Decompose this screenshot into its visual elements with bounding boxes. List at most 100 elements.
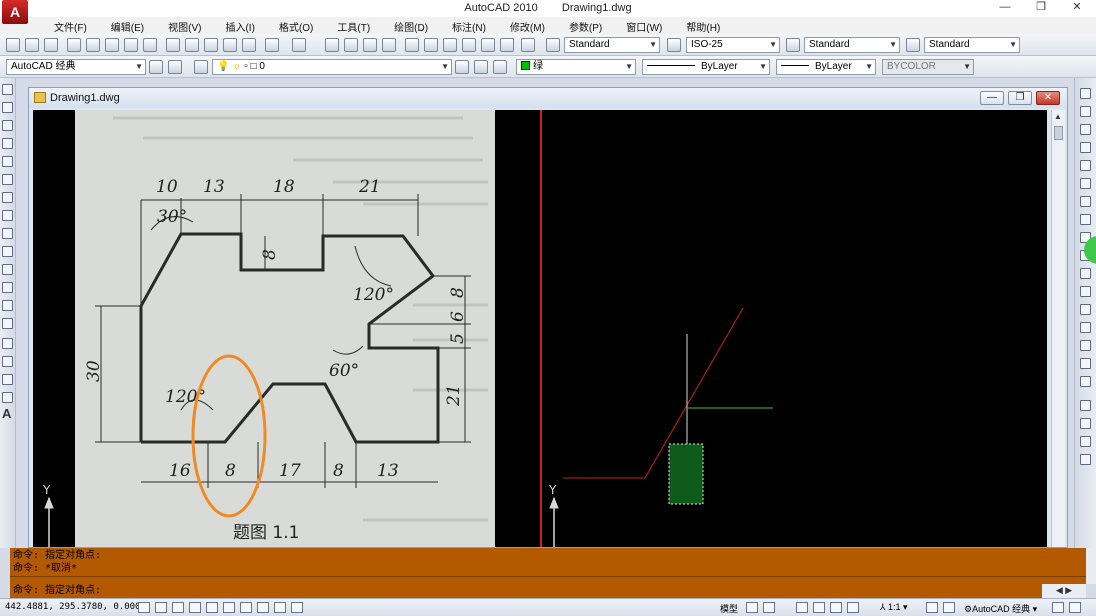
offset-icon[interactable] [1080,142,1091,153]
zoom-window-icon[interactable] [363,38,377,52]
help-icon[interactable] [521,38,535,52]
save-icon[interactable] [44,38,58,52]
scroll-up-icon[interactable]: ▲ [1054,112,1062,121]
drawing-close-button[interactable]: ✕ [1036,91,1060,105]
sheet-set-icon[interactable] [462,38,476,52]
menu-help[interactable]: 帮助(H) [674,17,732,34]
minimize-button[interactable]: — [988,0,1022,16]
join-icon[interactable] [1080,322,1091,333]
ortho-mode-icon[interactable] [172,602,184,613]
annotation-auto-scale-icon[interactable] [943,602,955,613]
bring-above-icon[interactable] [1080,454,1091,465]
block-editor-icon[interactable] [242,38,256,52]
menu-format[interactable]: 格式(O) [267,17,325,34]
workspace-select[interactable]: AutoCAD 经典 ▼ [6,59,146,75]
mirror-icon[interactable] [1080,124,1091,135]
open-icon[interactable] [25,38,39,52]
layout-icon[interactable] [746,602,758,613]
rectangle-icon[interactable] [2,156,13,167]
send-to-back-icon[interactable] [1080,436,1091,447]
drawing-canvas[interactable]: 10 13 18 21 30° 120° 60° 120° 8 30 16 8 … [33,110,1047,547]
layer-properties-icon[interactable] [194,60,208,74]
properties-icon[interactable] [405,38,419,52]
array-icon[interactable] [1080,160,1091,171]
snap-mode-icon[interactable] [138,602,150,613]
drawing-minimize-button[interactable]: — [980,91,1004,105]
paste-icon[interactable] [204,38,218,52]
move-icon[interactable] [1080,178,1091,189]
menu-parameters[interactable]: 参数(P) [557,17,614,34]
cut-icon[interactable] [166,38,180,52]
pan-status-icon[interactable] [796,602,808,613]
copy-object-icon[interactable] [1080,106,1091,117]
close-button[interactable]: ✕ [1060,0,1094,16]
menu-dimension[interactable]: 标注(N) [440,17,498,34]
table-style-select[interactable]: Standard ▼ [804,37,900,53]
autocad-logo-icon[interactable]: A [2,0,28,24]
menu-insert[interactable]: 插入(I) [213,17,266,34]
menu-tools[interactable]: 工具(T) [325,17,382,34]
rotate-icon[interactable] [1080,196,1091,207]
menu-window[interactable]: 窗口(W) [614,17,674,34]
command-scrollbar[interactable] [1086,548,1096,584]
polar-tracking-icon[interactable] [189,602,201,613]
multiline-text-icon[interactable]: A [2,406,11,421]
reference-image[interactable]: 10 13 18 21 30° 120° 60° 120° 8 30 16 8 … [75,110,495,547]
region-icon[interactable] [2,374,13,385]
circle-icon[interactable] [2,192,13,203]
workspace-switch[interactable]: ⚙AutoCAD 经典 ▾ [964,602,1037,615]
tool-palettes-icon[interactable] [443,38,457,52]
color-select[interactable]: 绿 ▼ [516,59,636,75]
design-center-icon[interactable] [424,38,438,52]
scale-icon[interactable] [1080,214,1091,225]
drawing-restore-button[interactable]: ❐ [1008,91,1032,105]
undo-icon[interactable] [265,38,279,52]
draw-order-icon[interactable] [1080,400,1091,411]
showmotion-icon[interactable] [847,602,859,613]
object-snap-icon[interactable] [206,602,218,613]
lineweight-select[interactable]: ByLayer ▼ [776,59,876,75]
layer-state-icon[interactable] [493,60,507,74]
match-properties-icon[interactable] [223,38,237,52]
gradient-icon[interactable] [2,356,13,367]
vertical-scrollbar[interactable]: ▲ [1051,110,1065,547]
workspace-settings-icon[interactable] [149,60,163,74]
plot-style-select[interactable]: BYCOLOR ▼ [882,59,974,75]
quick-properties-icon[interactable] [291,602,303,613]
lineweight-toggle-icon[interactable] [274,602,286,613]
arc-icon[interactable] [2,174,13,185]
text-style-icon[interactable] [546,38,560,52]
hatch-icon[interactable] [2,338,13,349]
print-icon[interactable] [67,38,81,52]
break-at-point-icon[interactable] [1080,286,1091,297]
polygon-icon[interactable] [2,138,13,149]
break-icon[interactable] [1080,304,1091,315]
markup-icon[interactable] [481,38,495,52]
lock-status-icon[interactable] [1052,602,1064,613]
chamfer-icon[interactable] [1080,340,1091,351]
fillet-icon[interactable] [1080,358,1091,369]
layer-select[interactable]: 💡 ☼ ▫ □ 0 ▼ [212,59,452,75]
extend-icon[interactable] [1080,268,1091,279]
3d-dwf-icon[interactable] [124,38,138,52]
table-icon[interactable] [2,392,13,403]
revision-cloud-icon[interactable] [2,210,13,221]
quickcalc-icon[interactable] [500,38,514,52]
clean-screen-icon[interactable] [1069,602,1081,613]
point-icon[interactable] [2,318,13,329]
insert-block-icon[interactable] [2,282,13,293]
command-horizontal-scroll[interactable]: ◀ ▶ [1042,584,1086,598]
menu-edit[interactable]: 编辑(E) [99,17,156,34]
allow-disallow-ucs-icon[interactable] [240,602,252,613]
pan-icon[interactable] [325,38,339,52]
dim-style-icon[interactable] [667,38,681,52]
multileader-style-icon[interactable] [906,38,920,52]
bring-to-front-icon[interactable] [1080,418,1091,429]
table-style-icon[interactable] [786,38,800,52]
menu-draw[interactable]: 绘图(D) [382,17,440,34]
make-layer-current-icon[interactable] [455,60,469,74]
restore-button[interactable]: ❐ [1024,0,1058,16]
ellipse-arc-icon[interactable] [2,264,13,275]
grid-display-icon[interactable] [155,602,167,613]
plot-preview-icon[interactable] [86,38,100,52]
